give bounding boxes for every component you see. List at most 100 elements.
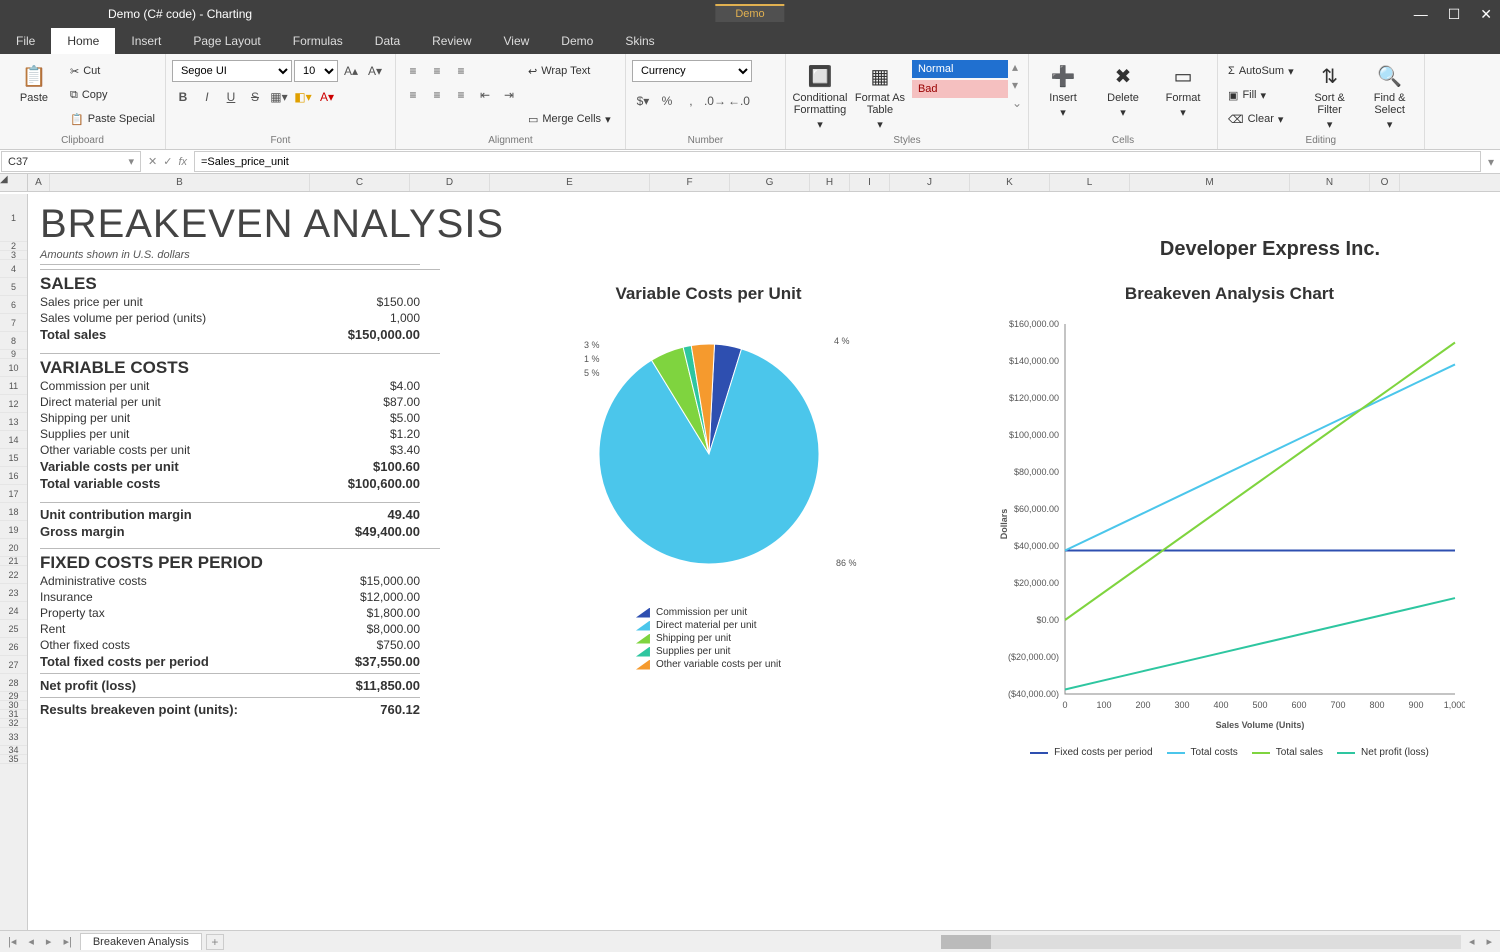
font-family-select[interactable]: Segoe UI <box>172 60 292 82</box>
format-as-table-button[interactable]: ▦ Format As Table ▾ <box>852 60 908 133</box>
maximize-icon[interactable]: ☐ <box>1448 6 1461 23</box>
row-header[interactable]: 25 <box>0 620 27 638</box>
paste-button[interactable]: 📋 Paste <box>6 60 62 106</box>
align-left-icon[interactable]: ≡ <box>402 84 424 106</box>
row-header[interactable]: 24 <box>0 602 27 620</box>
minimize-icon[interactable]: — <box>1414 6 1428 23</box>
row-header[interactable]: 27 <box>0 656 27 674</box>
tab-view[interactable]: View <box>488 28 546 54</box>
col-header[interactable]: L <box>1050 174 1130 191</box>
tab-demo[interactable]: Demo <box>545 28 609 54</box>
row-header[interactable]: 9 <box>0 350 27 359</box>
col-header[interactable]: D <box>410 174 490 191</box>
bold-icon[interactable]: B <box>172 86 194 108</box>
enter-formula-icon[interactable]: ✓ <box>163 155 172 168</box>
row-header[interactable]: 15 <box>0 449 27 467</box>
indent-inc-icon[interactable]: ⇥ <box>498 84 520 106</box>
row-header[interactable]: 7 <box>0 314 27 332</box>
row-header[interactable]: 32 <box>0 719 27 728</box>
row-header[interactable]: 22 <box>0 566 27 584</box>
align-bottom-icon[interactable]: ≡ <box>450 60 472 82</box>
col-header[interactable]: C <box>310 174 410 191</box>
delete-button[interactable]: ✖Delete ▾ <box>1095 60 1151 121</box>
sheet-tab-active[interactable]: Breakeven Analysis <box>80 933 202 950</box>
col-header[interactable]: O <box>1370 174 1400 191</box>
tab-next-icon[interactable]: ▸ <box>42 935 56 948</box>
find-select-button[interactable]: 🔍Find & Select ▾ <box>1362 60 1418 133</box>
tab-data[interactable]: Data <box>359 28 416 54</box>
align-top-icon[interactable]: ≡ <box>402 60 424 82</box>
copy-button[interactable]: ⧉Copy <box>66 84 159 106</box>
insert-button[interactable]: ➕Insert ▾ <box>1035 60 1091 121</box>
sheet-area[interactable]: BREAKEVEN ANALYSIS Developer Express Inc… <box>28 194 1500 930</box>
scroll-right-icon[interactable]: ▸ <box>1482 935 1496 948</box>
col-header[interactable]: A <box>28 174 50 191</box>
col-header[interactable]: K <box>970 174 1050 191</box>
comma-icon[interactable]: , <box>680 90 702 112</box>
scroll-left-icon[interactable]: ◂ <box>1465 935 1479 948</box>
fx-icon[interactable]: fx <box>178 156 187 168</box>
strike-icon[interactable]: S <box>244 86 266 108</box>
cancel-formula-icon[interactable]: ✕ <box>148 155 157 168</box>
row-header[interactable]: 3 <box>0 251 27 260</box>
row-header[interactable]: 21 <box>0 557 27 566</box>
row-header[interactable]: 11 <box>0 377 27 395</box>
row-header[interactable]: 19 <box>0 521 27 539</box>
select-all-corner[interactable]: ◢ <box>0 174 28 191</box>
tab-formulas[interactable]: Formulas <box>277 28 359 54</box>
row-header[interactable]: 13 <box>0 413 27 431</box>
merge-cells-button[interactable]: ▭Merge Cells ▾ <box>524 108 615 130</box>
sort-filter-button[interactable]: ⇅Sort & Filter ▾ <box>1302 60 1358 133</box>
indent-dec-icon[interactable]: ⇤ <box>474 84 496 106</box>
percent-icon[interactable]: % <box>656 90 678 112</box>
borders-icon[interactable]: ▦▾ <box>268 86 290 108</box>
tab-review[interactable]: Review <box>416 28 487 54</box>
autosum-button[interactable]: ΣAutoSum ▾ <box>1224 60 1298 82</box>
expand-formula-icon[interactable]: ▾ <box>1482 150 1500 173</box>
row-header[interactable]: 1 <box>0 194 27 242</box>
tab-insert[interactable]: Insert <box>115 28 177 54</box>
col-header[interactable]: B <box>50 174 310 191</box>
currency-icon[interactable]: $▾ <box>632 90 654 112</box>
align-center-icon[interactable]: ≡ <box>426 84 448 106</box>
add-sheet-button[interactable]: + <box>206 934 224 950</box>
col-header[interactable]: H <box>810 174 850 191</box>
tab-file[interactable]: File <box>0 28 51 54</box>
name-box[interactable]: C37▾ <box>1 151 141 172</box>
row-header[interactable]: 18 <box>0 503 27 521</box>
shrink-font-icon[interactable]: A▾ <box>364 60 386 82</box>
row-header[interactable]: 20 <box>0 539 27 557</box>
conditional-formatting-button[interactable]: 🔲 Conditional Formatting ▾ <box>792 60 848 133</box>
italic-icon[interactable]: I <box>196 86 218 108</box>
format-button[interactable]: ▭Format ▾ <box>1155 60 1211 121</box>
grow-font-icon[interactable]: A▴ <box>340 60 362 82</box>
col-header[interactable]: E <box>490 174 650 191</box>
row-header[interactable]: 10 <box>0 359 27 377</box>
font-color-icon[interactable]: A▾ <box>316 86 338 108</box>
styles-more-icon[interactable]: ⌄ <box>1012 96 1022 110</box>
col-header[interactable]: N <box>1290 174 1370 191</box>
row-header[interactable]: 26 <box>0 638 27 656</box>
fill-color-icon[interactable]: ◧▾ <box>292 86 314 108</box>
tab-home[interactable]: Home <box>51 28 115 54</box>
tab-page-layout[interactable]: Page Layout <box>177 28 276 54</box>
row-header[interactable]: 16 <box>0 467 27 485</box>
tab-last-icon[interactable]: ▸| <box>59 935 75 948</box>
style-bad[interactable]: Bad <box>912 80 1008 98</box>
row-header[interactable]: 12 <box>0 395 27 413</box>
inc-decimal-icon[interactable]: .0→ <box>704 90 726 112</box>
number-format-select[interactable]: Currency <box>632 60 752 82</box>
close-icon[interactable]: ✕ <box>1480 6 1492 23</box>
tab-skins[interactable]: Skins <box>609 28 670 54</box>
formula-input[interactable] <box>194 151 1481 172</box>
wrap-text-button[interactable]: ↩Wrap Text <box>524 60 615 82</box>
row-header[interactable]: 4 <box>0 260 27 278</box>
align-middle-icon[interactable]: ≡ <box>426 60 448 82</box>
align-right-icon[interactable]: ≡ <box>450 84 472 106</box>
fill-button[interactable]: ▣Fill ▾ <box>1224 84 1298 106</box>
underline-icon[interactable]: U <box>220 86 242 108</box>
center-tab[interactable]: Demo <box>715 4 784 22</box>
col-header[interactable]: F <box>650 174 730 191</box>
dec-decimal-icon[interactable]: ←.0 <box>728 90 750 112</box>
row-header[interactable]: 33 <box>0 728 27 746</box>
